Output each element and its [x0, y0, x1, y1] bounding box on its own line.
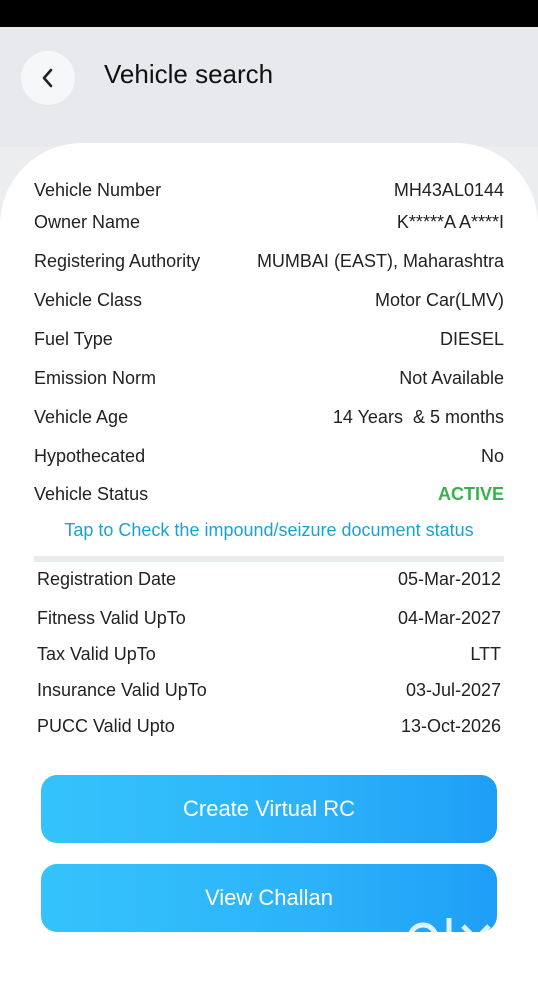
validity-value: 03-Jul-2027: [405, 679, 501, 700]
detail-value: K*****A A****I: [396, 211, 504, 232]
detail-row-emission-norm: Emission Norm Not Available: [34, 363, 504, 393]
detail-value: 14 Years & 5 months: [332, 406, 504, 427]
olx-watermark-sub: INDIA: [473, 962, 489, 968]
detail-value: Not Available: [399, 367, 504, 388]
detail-label: Registering Authority: [34, 250, 201, 271]
validity-value: LTT: [470, 643, 501, 664]
detail-row-vehicle-number: Vehicle Number MH43AL0144: [34, 175, 504, 205]
detail-row-owner-name: Owner Name K*****A A****I: [34, 207, 504, 237]
detail-label: Owner Name: [34, 211, 141, 232]
validity-row-registration-date: Registration Date 05-Mar-2012: [37, 564, 501, 594]
detail-label: Vehicle Status: [34, 483, 149, 504]
page-title: Vehicle search: [104, 59, 274, 89]
detail-value: MH43AL0144: [393, 179, 504, 200]
validity-value: 13-Oct-2026: [400, 715, 501, 736]
detail-value: Motor Car(LMV): [374, 289, 504, 310]
detail-label: Fuel Type: [34, 328, 113, 349]
detail-value: MUMBAI (EAST), Maharashtra: [256, 250, 504, 271]
detail-label: Vehicle Class: [34, 289, 143, 310]
detail-label: Vehicle Age: [34, 406, 129, 427]
section-divider: [34, 556, 504, 562]
back-button[interactable]: [21, 51, 75, 105]
validity-label: Fitness Valid UpTo: [37, 607, 186, 628]
detail-label: Emission Norm: [34, 367, 157, 388]
validity-label: Insurance Valid UpTo: [37, 679, 207, 700]
validity-value: 05-Mar-2012: [397, 568, 501, 589]
olx-watermark-logo: INDIA: [407, 918, 491, 968]
validity-label: Registration Date: [37, 568, 177, 589]
validity-label: Tax Valid UpTo: [37, 643, 156, 664]
detail-label: Vehicle Number: [34, 179, 162, 200]
detail-value: DIESEL: [439, 328, 504, 349]
validity-row-pucc: PUCC Valid Upto 13-Oct-2026: [37, 711, 501, 741]
impound-status-link[interactable]: Tap to Check the impound/seizure documen…: [34, 520, 504, 541]
detail-row-vehicle-class: Vehicle Class Motor Car(LMV): [34, 285, 504, 315]
detail-label: Hypothecated: [34, 445, 146, 466]
detail-value: No: [480, 445, 504, 466]
detail-row-vehicle-status: Vehicle Status ACTIVE: [34, 479, 504, 509]
detail-row-fuel-type: Fuel Type DIESEL: [34, 324, 504, 354]
chevron-left-icon: [42, 68, 53, 88]
status-badge: ACTIVE: [437, 483, 504, 504]
detail-row-hypothecated: Hypothecated No: [34, 441, 504, 471]
validity-row-insurance: Insurance Valid UpTo 03-Jul-2027: [37, 675, 501, 705]
validity-row-tax: Tax Valid UpTo LTT: [37, 639, 501, 669]
validity-label: PUCC Valid Upto: [37, 715, 175, 736]
status-bar: [0, 0, 538, 27]
validity-value: 04-Mar-2027: [397, 607, 501, 628]
create-virtual-rc-button[interactable]: Create Virtual RC: [41, 775, 497, 843]
validity-row-fitness: Fitness Valid UpTo 04-Mar-2027: [37, 603, 501, 633]
detail-row-vehicle-age: Vehicle Age 14 Years & 5 months: [34, 402, 504, 432]
detail-row-registering-authority: Registering Authority MUMBAI (EAST), Mah…: [34, 246, 504, 276]
